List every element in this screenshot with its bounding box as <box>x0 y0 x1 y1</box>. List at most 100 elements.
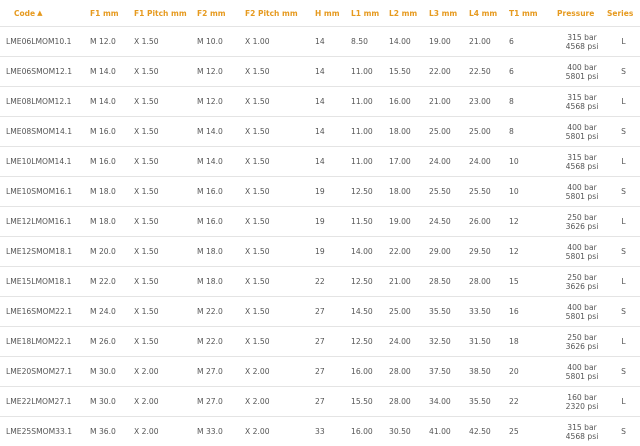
pressure-psi: 3626 psi <box>557 342 607 351</box>
cell-f1: M 14.0 <box>90 57 134 87</box>
cell-f2-pitch: X 2.00 <box>245 357 315 387</box>
pressure-psi: 5801 psi <box>557 312 607 321</box>
cell-series: S <box>607 417 640 446</box>
table-row[interactable]: LME12LMOM16.1M 18.0X 1.50M 16.0X 1.50191… <box>0 207 640 237</box>
cell-f2-pitch: X 1.50 <box>245 237 315 267</box>
header-f1[interactable]: F1 mm <box>90 0 134 27</box>
table-row[interactable]: LME18LMOM22.1M 26.0X 1.50M 22.0X 1.50271… <box>0 327 640 357</box>
cell-h: 19 <box>315 207 351 237</box>
cell-f2-pitch: X 1.00 <box>245 27 315 57</box>
header-series[interactable]: Series <box>607 0 640 27</box>
cell-pressure: 315 bar4568 psi <box>557 87 607 117</box>
cell-t1: 25 <box>509 417 557 446</box>
table-row[interactable]: LME10LMOM14.1M 16.0X 1.50M 14.0X 1.50141… <box>0 147 640 177</box>
cell-l3: 25.50 <box>429 177 469 207</box>
cell-f1: M 18.0 <box>90 207 134 237</box>
cell-pressure: 400 bar5801 psi <box>557 57 607 87</box>
cell-f1: M 30.0 <box>90 357 134 387</box>
cell-l2: 17.00 <box>389 147 429 177</box>
cell-pressure: 400 bar5801 psi <box>557 237 607 267</box>
table-row[interactable]: LME20SMOM27.1M 30.0X 2.00M 27.0X 2.00271… <box>0 357 640 387</box>
table-row[interactable]: LME06SMOM12.1M 14.0X 1.50M 12.0X 1.50141… <box>0 57 640 87</box>
pressure-bar: 250 bar <box>557 333 607 342</box>
table-row[interactable]: LME12SMOM18.1M 20.0X 1.50M 18.0X 1.50191… <box>0 237 640 267</box>
cell-l4: 29.50 <box>469 237 509 267</box>
pressure-bar: 315 bar <box>557 93 607 102</box>
cell-f2-pitch: X 1.50 <box>245 117 315 147</box>
pressure-bar: 400 bar <box>557 363 607 372</box>
table-row[interactable]: LME22LMOM27.1M 30.0X 2.00M 27.0X 2.00271… <box>0 387 640 417</box>
table-row[interactable]: LME06LMOM10.1M 12.0X 1.50M 10.0X 1.00148… <box>0 27 640 57</box>
pressure-psi: 4568 psi <box>557 102 607 111</box>
fittings-table: Code▲ F1 mm F1 Pitch mm F2 mm F2 Pitch m… <box>0 0 640 446</box>
cell-h: 14 <box>315 27 351 57</box>
cell-h: 27 <box>315 327 351 357</box>
header-f2-pitch[interactable]: F2 Pitch mm <box>245 0 315 27</box>
pressure-bar: 250 bar <box>557 273 607 282</box>
cell-l2: 28.00 <box>389 387 429 417</box>
cell-l4: 23.00 <box>469 87 509 117</box>
pressure-bar: 400 bar <box>557 303 607 312</box>
table-row[interactable]: LME25SMOM33.1M 36.0X 2.00M 33.0X 2.00331… <box>0 417 640 446</box>
header-h[interactable]: H mm <box>315 0 351 27</box>
pressure-psi: 5801 psi <box>557 372 607 381</box>
header-f2[interactable]: F2 mm <box>197 0 245 27</box>
cell-f1-pitch: X 1.50 <box>134 27 197 57</box>
header-pressure[interactable]: Pressure <box>557 0 607 27</box>
header-l3[interactable]: L3 mm <box>429 0 469 27</box>
cell-h: 14 <box>315 117 351 147</box>
cell-f2: M 14.0 <box>197 117 245 147</box>
header-l1[interactable]: L1 mm <box>351 0 389 27</box>
chevron-up-icon[interactable]: ▲ <box>37 9 42 17</box>
cell-code: LME06SMOM12.1 <box>0 57 90 87</box>
cell-pressure: 160 bar2320 psi <box>557 387 607 417</box>
cell-series: S <box>607 297 640 327</box>
cell-l1: 12.50 <box>351 177 389 207</box>
cell-l3: 28.50 <box>429 267 469 297</box>
cell-code: LME18LMOM22.1 <box>0 327 90 357</box>
cell-l4: 25.50 <box>469 177 509 207</box>
cell-pressure: 250 bar3626 psi <box>557 327 607 357</box>
cell-l1: 16.00 <box>351 417 389 446</box>
header-row: Code▲ F1 mm F1 Pitch mm F2 mm F2 Pitch m… <box>0 0 640 27</box>
header-l2[interactable]: L2 mm <box>389 0 429 27</box>
cell-f1: M 20.0 <box>90 237 134 267</box>
cell-f2-pitch: X 1.50 <box>245 297 315 327</box>
header-f1-pitch[interactable]: F1 Pitch mm <box>134 0 197 27</box>
table-row[interactable]: LME15LMOM18.1M 22.0X 1.50M 18.0X 1.50221… <box>0 267 640 297</box>
table-row[interactable]: LME08SMOM14.1M 16.0X 1.50M 14.0X 1.50141… <box>0 117 640 147</box>
cell-f1-pitch: X 1.50 <box>134 177 197 207</box>
cell-pressure: 400 bar5801 psi <box>557 357 607 387</box>
cell-t1: 22 <box>509 387 557 417</box>
cell-l1: 14.00 <box>351 237 389 267</box>
cell-f1-pitch: X 2.00 <box>134 357 197 387</box>
cell-h: 27 <box>315 357 351 387</box>
cell-f2: M 27.0 <box>197 387 245 417</box>
cell-f1-pitch: X 1.50 <box>134 87 197 117</box>
header-code[interactable]: Code▲ <box>0 0 90 27</box>
cell-l2: 22.00 <box>389 237 429 267</box>
cell-l3: 41.00 <box>429 417 469 446</box>
cell-f2: M 27.0 <box>197 357 245 387</box>
pressure-psi: 4568 psi <box>557 162 607 171</box>
cell-h: 14 <box>315 147 351 177</box>
cell-h: 22 <box>315 267 351 297</box>
cell-t1: 10 <box>509 147 557 177</box>
table-row[interactable]: LME10SMOM16.1M 18.0X 1.50M 16.0X 1.50191… <box>0 177 640 207</box>
cell-l4: 21.00 <box>469 27 509 57</box>
cell-t1: 12 <box>509 207 557 237</box>
cell-t1: 18 <box>509 327 557 357</box>
table-row[interactable]: LME08LMOM12.1M 14.0X 1.50M 12.0X 1.50141… <box>0 87 640 117</box>
header-t1[interactable]: T1 mm <box>509 0 557 27</box>
cell-l4: 22.50 <box>469 57 509 87</box>
cell-f2-pitch: X 2.00 <box>245 387 315 417</box>
pressure-bar: 400 bar <box>557 123 607 132</box>
table-row[interactable]: LME16SMOM22.1M 24.0X 1.50M 22.0X 1.50271… <box>0 297 640 327</box>
header-l4[interactable]: L4 mm <box>469 0 509 27</box>
cell-l3: 22.00 <box>429 57 469 87</box>
cell-f2-pitch: X 1.50 <box>245 177 315 207</box>
cell-f2-pitch: X 1.50 <box>245 327 315 357</box>
cell-series: L <box>607 267 640 297</box>
pressure-psi: 4568 psi <box>557 432 607 441</box>
cell-f1-pitch: X 1.50 <box>134 57 197 87</box>
